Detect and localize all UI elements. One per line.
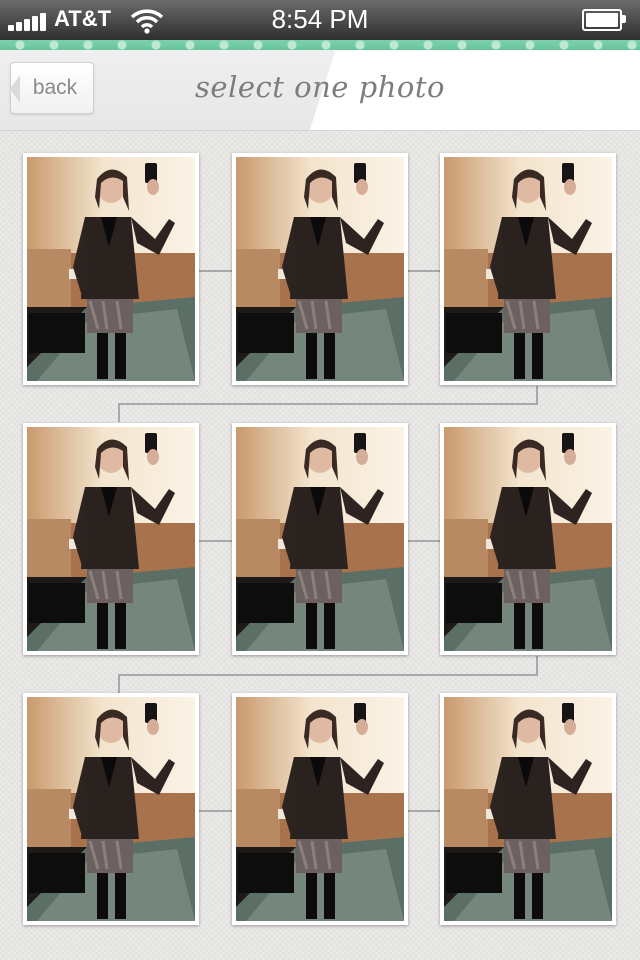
clock: 8:54 PM [271,4,369,34]
photo-2[interactable] [232,153,408,385]
photo-thumbnail-image [27,697,195,921]
photo-3[interactable] [440,153,616,385]
photo-thumbnail-image [27,157,195,381]
page-title: select one photo [195,70,445,104]
chevron-left-icon [10,75,20,103]
photo-4[interactable] [23,423,199,655]
photo-thumbnail-image [236,157,404,381]
photo-thumbnail-image [444,697,612,921]
photo-thumbnail-image [444,427,612,651]
back-button[interactable]: back [10,62,94,114]
photo-7[interactable] [23,693,199,925]
photo-thumbnail-image [27,427,195,651]
photo-6[interactable] [440,423,616,655]
photo-thumbnail-image [236,427,404,651]
photo-thumbnail-image [236,697,404,921]
photo-5[interactable] [232,423,408,655]
battery-icon [582,9,626,31]
status-bar: AT&T 8:54 PM [0,0,640,40]
photo-8[interactable] [232,693,408,925]
photo-thumbnail-image [444,157,612,381]
photo-grid [0,130,640,960]
back-button-label: back [32,76,78,99]
photo-9[interactable] [440,693,616,925]
decorative-strip [0,40,640,50]
nav-bar: back select one photo [0,50,640,131]
photo-1[interactable] [23,153,199,385]
